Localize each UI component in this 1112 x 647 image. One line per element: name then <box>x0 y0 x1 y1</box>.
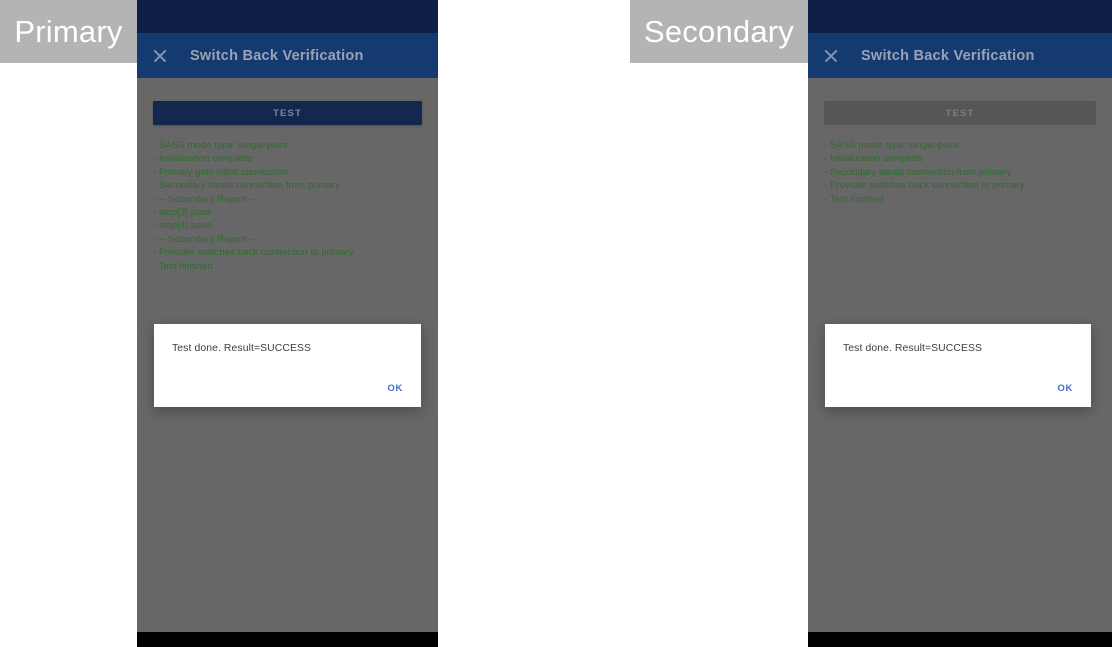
log-line: - Secondary steals connection from prima… <box>824 166 1012 178</box>
close-icon[interactable] <box>151 47 169 65</box>
dialog-message: Test done. Result=SUCCESS <box>843 343 983 354</box>
dialog-message: Test done. Result=SUCCESS <box>172 343 312 354</box>
screen-content-secondary: TEST - SASS mode type: single-point - Ini… <box>808 101 1112 647</box>
log-line: - Test finished <box>153 260 213 272</box>
status-bar-secondary <box>808 0 1112 33</box>
status-bar-primary <box>137 0 438 33</box>
log-line: - -- Secondary Report -- <box>153 233 256 245</box>
log-line: - Test finished <box>824 193 884 205</box>
caption-primary-label: Primary <box>14 14 123 49</box>
log-line: - Primary gets initial connection <box>153 166 288 178</box>
app-bar-primary: Switch Back Verification <box>137 33 438 78</box>
screen-content-primary: TEST - SASS mode type: single-point - Ini… <box>137 101 438 647</box>
dialog-ok-button[interactable]: OK <box>382 380 409 395</box>
caption-secondary-label: Secondary <box>643 14 794 49</box>
log-line: - Provider switches back connection to p… <box>153 247 354 259</box>
log-line: - step[3] pass <box>153 207 212 219</box>
log-line: - Initialization complete <box>824 153 923 165</box>
dialog-ok-button[interactable]: OK <box>1052 380 1079 395</box>
log-line: - Initialization complete <box>153 153 252 165</box>
dialog-actions: OK <box>1052 378 1079 396</box>
log-line: - SASS mode type: single-point <box>824 140 959 151</box>
log-line: - Secondary steals connection from prima… <box>153 180 341 192</box>
test-button[interactable]: TEST <box>824 101 1096 125</box>
close-icon[interactable] <box>822 47 840 65</box>
app-bar-secondary: Switch Back Verification <box>808 33 1112 78</box>
caption-secondary: Secondary <box>630 0 808 63</box>
log-line: - SASS mode type: single-point <box>153 140 288 151</box>
device-screen-primary: Switch Back Verification TEST - SASS mod… <box>137 0 438 647</box>
test-button-label: TEST <box>272 107 303 119</box>
result-dialog: Test done. Result=SUCCESS OK <box>154 324 421 407</box>
log-line: - step[4] pass <box>153 220 212 232</box>
log-line: - -- Secondary Report -- <box>153 193 256 205</box>
result-dialog: Test done. Result=SUCCESS OK <box>825 324 1091 407</box>
app-bar-title: Switch Back Verification <box>190 47 364 64</box>
caption-primary: Primary <box>0 0 137 63</box>
app-bar-title: Switch Back Verification <box>861 47 1035 64</box>
log-output-secondary: - SASS mode type: single-point - Initiali… <box>824 139 1096 206</box>
log-line: - Provider switches back connection to p… <box>824 180 1025 192</box>
test-button[interactable]: TEST <box>153 101 422 125</box>
log-output-primary: - SASS mode type: single-point - Initiali… <box>153 139 422 273</box>
navigation-bar-primary <box>137 632 438 647</box>
test-button-label: TEST <box>945 107 975 119</box>
device-screen-secondary: Switch Back Verification TEST - SASS mod… <box>808 0 1112 647</box>
navigation-bar-secondary <box>808 632 1112 647</box>
dialog-actions: OK <box>382 378 409 396</box>
